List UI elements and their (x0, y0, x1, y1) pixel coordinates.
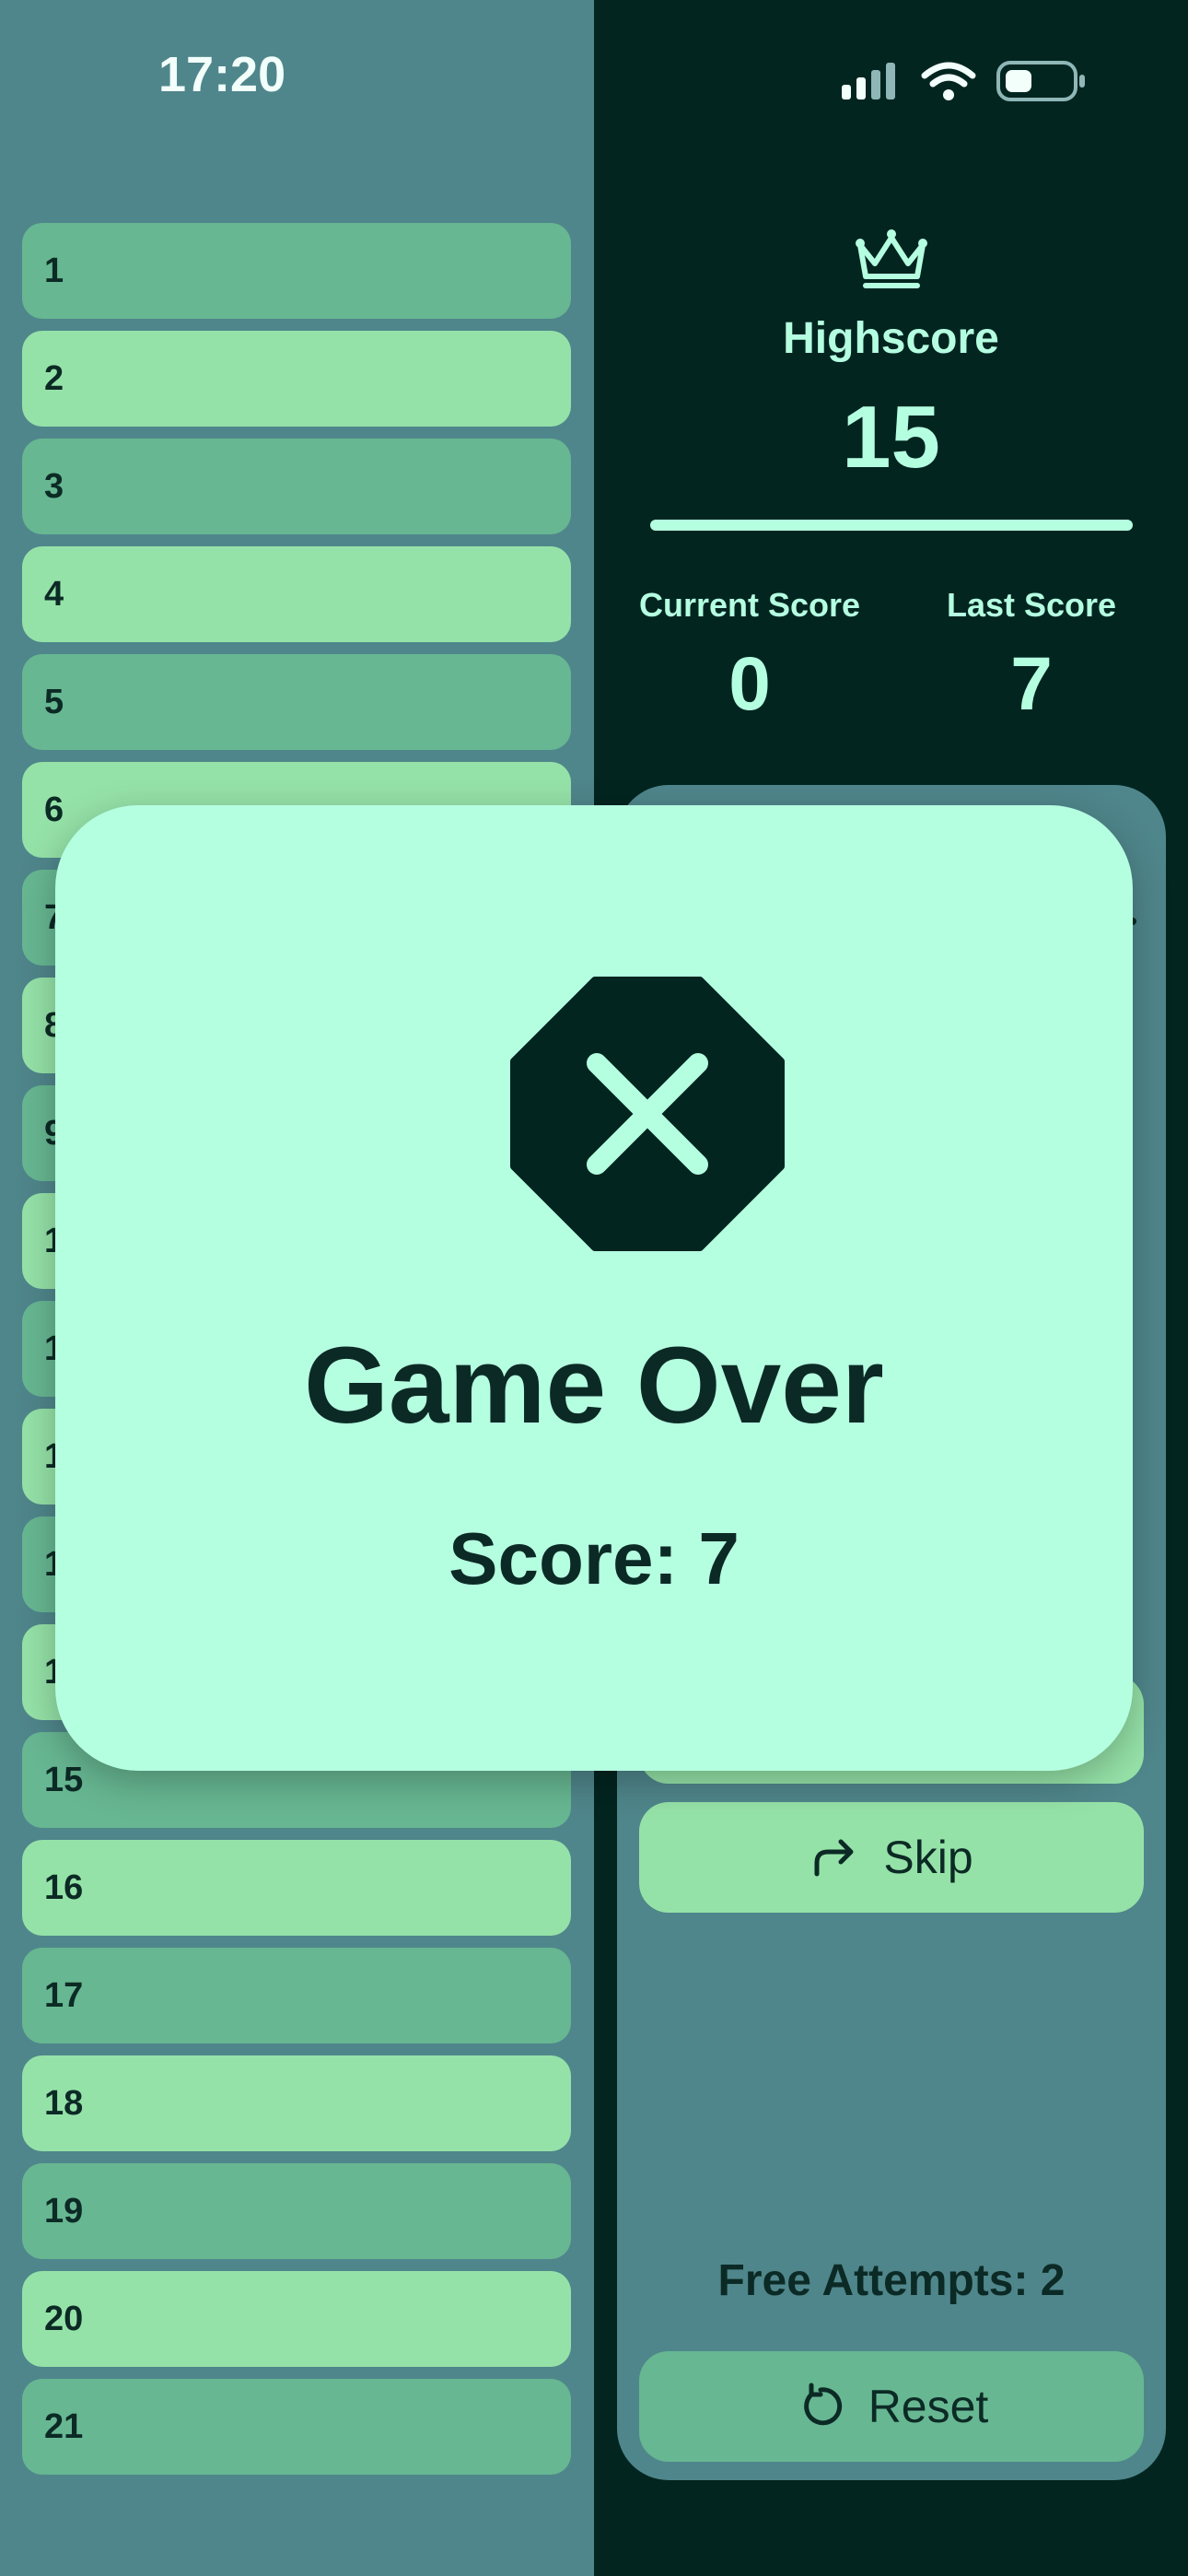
free-attempts: Free Attempts: 2 (717, 2256, 1066, 2305)
list-item[interactable]: 2 (22, 331, 571, 427)
list-item[interactable]: 1 (22, 223, 571, 319)
current-score-label: Current Score (638, 586, 861, 624)
highscore-label: Highscore (783, 314, 999, 363)
skip-label: Skip (883, 1832, 973, 1883)
battery-icon (996, 61, 1085, 101)
last-score-value: 7 (1010, 642, 1053, 726)
list-item[interactable]: 17 (22, 1948, 571, 2043)
crown-icon (856, 229, 927, 288)
game-over-modal: Game Over Score: 7 (55, 805, 1133, 1771)
skip-icon (814, 1839, 854, 1877)
list-item[interactable]: 19 (22, 2163, 571, 2259)
list-item[interactable]: 20 (22, 2271, 571, 2367)
list-item[interactable]: 5 (22, 654, 571, 750)
status-time: 17:20 (158, 47, 286, 102)
list-item[interactable]: 3 (22, 439, 571, 534)
list-item[interactable]: 21 (22, 2379, 571, 2475)
game-over-icon (510, 977, 785, 1251)
list-item[interactable]: 18 (22, 2055, 571, 2151)
game-over-score: Score: 7 (448, 1517, 740, 1599)
wifi-icon (921, 62, 976, 100)
last-score-label: Last Score (946, 586, 1117, 624)
divider (650, 520, 1133, 531)
status-icons (842, 61, 1085, 101)
signal-icon (842, 63, 895, 100)
reset-button[interactable]: Reset (639, 2351, 1144, 2462)
reset-label: Reset (868, 2381, 989, 2432)
reset-icon (803, 2383, 842, 2426)
game-over-title: Game Over (304, 1325, 884, 1446)
list-item[interactable]: 16 (22, 1840, 571, 1936)
highscore-value: 15 (842, 388, 940, 486)
current-score-value: 0 (728, 642, 771, 726)
skip-button[interactable]: Skip (639, 1802, 1144, 1913)
list-item[interactable]: 4 (22, 546, 571, 642)
app-root: 123456789101112131415161718192021 17:20 … (0, 0, 1188, 2576)
